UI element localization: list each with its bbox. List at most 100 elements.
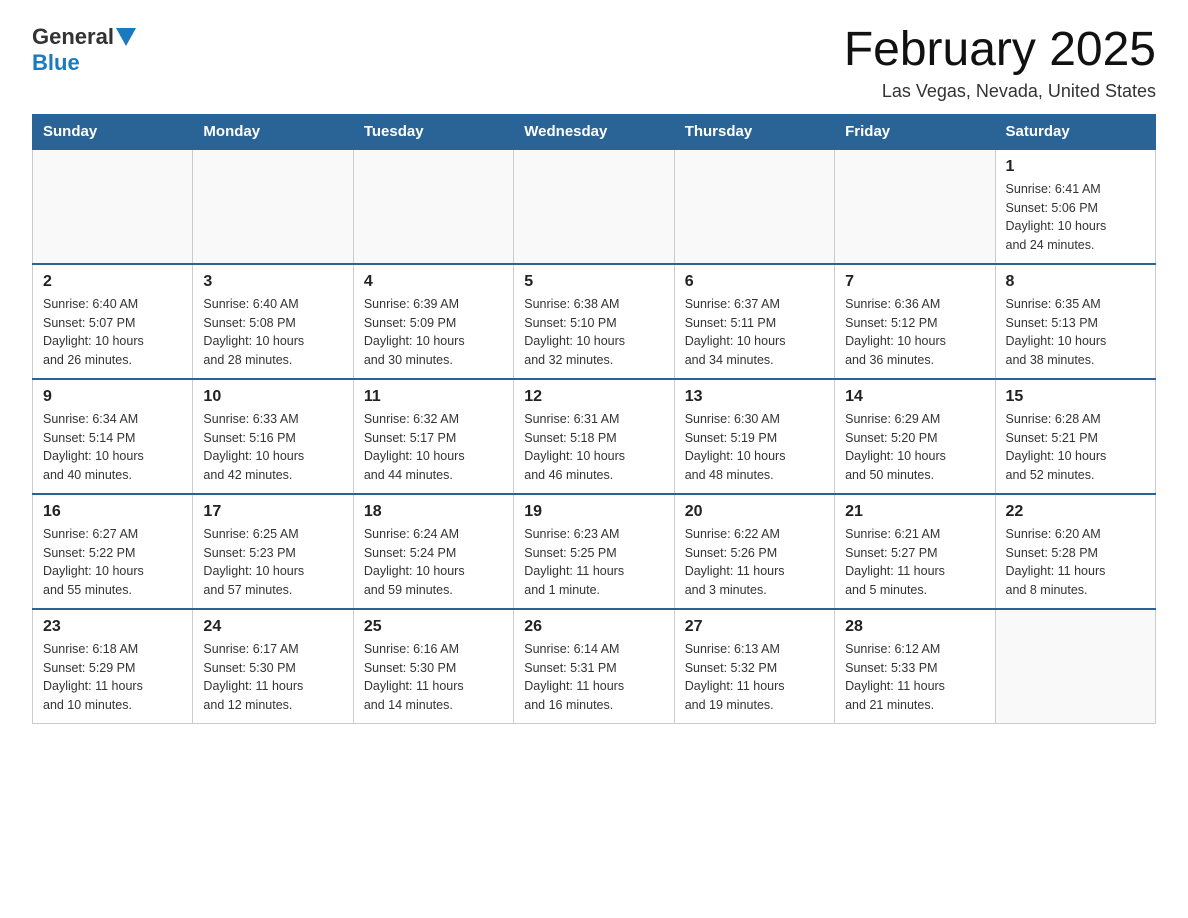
calendar-header-monday: Monday	[193, 114, 353, 149]
day-info: Sunrise: 6:30 AM Sunset: 5:19 PM Dayligh…	[685, 410, 824, 485]
calendar-day-cell	[514, 149, 674, 264]
logo-blue: Blue	[32, 50, 136, 76]
calendar-week-row: 16 Sunrise: 6:27 AM Sunset: 5:22 PM Dayli…	[33, 494, 1156, 609]
day-number: 22	[1006, 503, 1145, 521]
calendar-day-cell: 4 Sunrise: 6:39 AM Sunset: 5:09 PM Daylig…	[353, 264, 513, 379]
day-info: Sunrise: 6:38 AM Sunset: 5:10 PM Dayligh…	[524, 295, 663, 370]
day-number: 1	[1006, 158, 1145, 176]
calendar-day-cell: 28 Sunrise: 6:12 AM Sunset: 5:33 PM Dayli…	[835, 609, 995, 724]
calendar-day-cell: 10 Sunrise: 6:33 AM Sunset: 5:16 PM Dayli…	[193, 379, 353, 494]
calendar-day-cell: 20 Sunrise: 6:22 AM Sunset: 5:26 PM Dayli…	[674, 494, 834, 609]
day-info: Sunrise: 6:12 AM Sunset: 5:33 PM Dayligh…	[845, 640, 984, 715]
day-info: Sunrise: 6:32 AM Sunset: 5:17 PM Dayligh…	[364, 410, 503, 485]
calendar-day-cell: 26 Sunrise: 6:14 AM Sunset: 5:31 PM Dayli…	[514, 609, 674, 724]
calendar-header-row: SundayMondayTuesdayWednesdayThursdayFrid…	[33, 114, 1156, 149]
day-info: Sunrise: 6:13 AM Sunset: 5:32 PM Dayligh…	[685, 640, 824, 715]
day-number: 12	[524, 388, 663, 406]
calendar-week-row: 23Sunrise: 6:18 AM Sunset: 5:29 PM Dayli…	[33, 609, 1156, 724]
day-info: Sunrise: 6:28 AM Sunset: 5:21 PM Dayligh…	[1006, 410, 1145, 485]
day-info: Sunrise: 6:40 AM Sunset: 5:07 PM Dayligh…	[43, 295, 182, 370]
calendar-day-cell: 2 Sunrise: 6:40 AM Sunset: 5:07 PM Daylig…	[33, 264, 193, 379]
day-info: Sunrise: 6:18 AM Sunset: 5:29 PM Dayligh…	[43, 640, 182, 715]
calendar-day-cell: 13 Sunrise: 6:30 AM Sunset: 5:19 PM Dayli…	[674, 379, 834, 494]
calendar-day-cell: 6 Sunrise: 6:37 AM Sunset: 5:11 PM Daylig…	[674, 264, 834, 379]
calendar-day-cell	[995, 609, 1155, 724]
day-number: 7	[845, 273, 984, 291]
day-info: Sunrise: 6:37 AM Sunset: 5:11 PM Dayligh…	[685, 295, 824, 370]
calendar-day-cell: 8 Sunrise: 6:35 AM Sunset: 5:13 PM Daylig…	[995, 264, 1155, 379]
day-info: Sunrise: 6:25 AM Sunset: 5:23 PM Dayligh…	[203, 525, 342, 600]
day-number: 20	[685, 503, 824, 521]
calendar-header-saturday: Saturday	[995, 114, 1155, 149]
day-number: 26	[524, 618, 663, 636]
day-number: 28	[845, 618, 984, 636]
calendar-day-cell: 24Sunrise: 6:17 AM Sunset: 5:30 PM Dayli…	[193, 609, 353, 724]
page-header: General Blue February 2025 Las Vegas, Ne…	[32, 24, 1156, 102]
day-info: Sunrise: 6:14 AM Sunset: 5:31 PM Dayligh…	[524, 640, 663, 715]
day-number: 2	[43, 273, 182, 291]
calendar-header-wednesday: Wednesday	[514, 114, 674, 149]
day-number: 11	[364, 388, 503, 406]
day-number: 10	[203, 388, 342, 406]
calendar-day-cell: 23Sunrise: 6:18 AM Sunset: 5:29 PM Dayli…	[33, 609, 193, 724]
day-info: Sunrise: 6:16 AM Sunset: 5:30 PM Dayligh…	[364, 640, 503, 715]
calendar-day-cell: 19Sunrise: 6:23 AM Sunset: 5:25 PM Dayli…	[514, 494, 674, 609]
day-info: Sunrise: 6:33 AM Sunset: 5:16 PM Dayligh…	[203, 410, 342, 485]
day-number: 17	[203, 503, 342, 521]
day-number: 5	[524, 273, 663, 291]
day-info: Sunrise: 6:34 AM Sunset: 5:14 PM Dayligh…	[43, 410, 182, 485]
day-number: 13	[685, 388, 824, 406]
location-title: Las Vegas, Nevada, United States	[844, 81, 1156, 102]
calendar-day-cell: 21 Sunrise: 6:21 AM Sunset: 5:27 PM Dayli…	[835, 494, 995, 609]
calendar-day-cell: 11 Sunrise: 6:32 AM Sunset: 5:17 PM Dayli…	[353, 379, 513, 494]
day-number: 18	[364, 503, 503, 521]
calendar-day-cell: 15 Sunrise: 6:28 AM Sunset: 5:21 PM Dayli…	[995, 379, 1155, 494]
day-number: 4	[364, 273, 503, 291]
calendar-day-cell: 22Sunrise: 6:20 AM Sunset: 5:28 PM Dayli…	[995, 494, 1155, 609]
calendar-week-row: 1Sunrise: 6:41 AM Sunset: 5:06 PM Daylig…	[33, 149, 1156, 264]
calendar-day-cell: 9 Sunrise: 6:34 AM Sunset: 5:14 PM Daylig…	[33, 379, 193, 494]
calendar-day-cell	[835, 149, 995, 264]
day-number: 25	[364, 618, 503, 636]
calendar-header-thursday: Thursday	[674, 114, 834, 149]
day-info: Sunrise: 6:31 AM Sunset: 5:18 PM Dayligh…	[524, 410, 663, 485]
day-info: Sunrise: 6:29 AM Sunset: 5:20 PM Dayligh…	[845, 410, 984, 485]
day-number: 14	[845, 388, 984, 406]
calendar-day-cell: 1Sunrise: 6:41 AM Sunset: 5:06 PM Daylig…	[995, 149, 1155, 264]
calendar-day-cell: 12 Sunrise: 6:31 AM Sunset: 5:18 PM Dayli…	[514, 379, 674, 494]
day-number: 16	[43, 503, 182, 521]
day-number: 15	[1006, 388, 1145, 406]
day-info: Sunrise: 6:36 AM Sunset: 5:12 PM Dayligh…	[845, 295, 984, 370]
calendar-day-cell	[353, 149, 513, 264]
calendar-day-cell: 5 Sunrise: 6:38 AM Sunset: 5:10 PM Daylig…	[514, 264, 674, 379]
title-block: February 2025 Las Vegas, Nevada, United …	[844, 24, 1156, 102]
month-title: February 2025	[844, 24, 1156, 77]
day-info: Sunrise: 6:21 AM Sunset: 5:27 PM Dayligh…	[845, 525, 984, 600]
day-number: 9	[43, 388, 182, 406]
calendar-day-cell: 7 Sunrise: 6:36 AM Sunset: 5:12 PM Daylig…	[835, 264, 995, 379]
calendar-day-cell: 14 Sunrise: 6:29 AM Sunset: 5:20 PM Dayli…	[835, 379, 995, 494]
calendar-day-cell: 17 Sunrise: 6:25 AM Sunset: 5:23 PM Dayli…	[193, 494, 353, 609]
day-info: Sunrise: 6:27 AM Sunset: 5:22 PM Dayligh…	[43, 525, 182, 600]
calendar-week-row: 9 Sunrise: 6:34 AM Sunset: 5:14 PM Daylig…	[33, 379, 1156, 494]
day-info: Sunrise: 6:24 AM Sunset: 5:24 PM Dayligh…	[364, 525, 503, 600]
logo-general: General	[32, 24, 114, 50]
calendar-header-tuesday: Tuesday	[353, 114, 513, 149]
calendar-day-cell: 27Sunrise: 6:13 AM Sunset: 5:32 PM Dayli…	[674, 609, 834, 724]
day-number: 21	[845, 503, 984, 521]
day-number: 8	[1006, 273, 1145, 291]
calendar-day-cell	[193, 149, 353, 264]
day-number: 24	[203, 618, 342, 636]
calendar-day-cell	[674, 149, 834, 264]
calendar-day-cell	[33, 149, 193, 264]
day-info: Sunrise: 6:22 AM Sunset: 5:26 PM Dayligh…	[685, 525, 824, 600]
day-number: 6	[685, 273, 824, 291]
day-info: Sunrise: 6:40 AM Sunset: 5:08 PM Dayligh…	[203, 295, 342, 370]
logo: General Blue	[32, 24, 136, 76]
calendar-header-sunday: Sunday	[33, 114, 193, 149]
day-info: Sunrise: 6:39 AM Sunset: 5:09 PM Dayligh…	[364, 295, 503, 370]
day-info: Sunrise: 6:35 AM Sunset: 5:13 PM Dayligh…	[1006, 295, 1145, 370]
calendar-day-cell: 3Sunrise: 6:40 AM Sunset: 5:08 PM Daylig…	[193, 264, 353, 379]
calendar-table: SundayMondayTuesdayWednesdayThursdayFrid…	[32, 114, 1156, 724]
day-number: 19	[524, 503, 663, 521]
